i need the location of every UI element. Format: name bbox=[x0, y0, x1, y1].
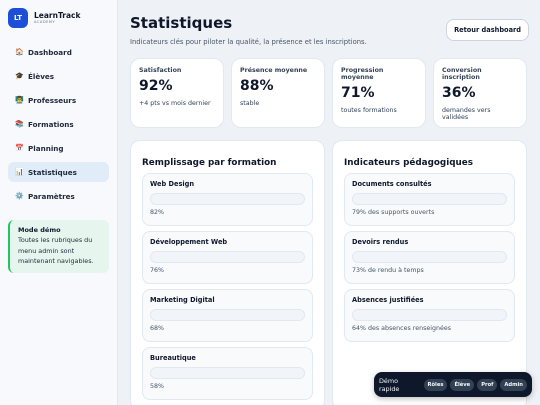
kpi-value: 88% bbox=[240, 78, 274, 94]
stat-note: 68% bbox=[150, 325, 164, 332]
sidebar-item-eleves[interactable]: 🎓 Élèves bbox=[8, 66, 109, 86]
stat-item: Devoirs rendus 73% de rendu à temps bbox=[344, 231, 515, 284]
quick-demo-eleve-button[interactable]: Élève bbox=[450, 378, 475, 391]
progress-bar-fill bbox=[151, 310, 256, 320]
stat-item: Développement Web 76% bbox=[142, 231, 313, 284]
kpi-note: toutes formations bbox=[341, 107, 397, 114]
stat-item: Marketing Digital 68% bbox=[142, 289, 313, 342]
sidebar-item-label: Élèves bbox=[28, 71, 55, 81]
quick-demo-prof-button[interactable]: Prof bbox=[477, 378, 498, 391]
sidebar-item-planning[interactable]: 📅 Planning bbox=[8, 138, 109, 158]
sidebar-item-statistiques[interactable]: 📊 Statistiques bbox=[8, 162, 109, 182]
progress-bar-fill bbox=[353, 252, 465, 262]
kpi-card: Présence moyenne 88% stable bbox=[231, 58, 325, 128]
stat-item: Documents consultés 79% des supports ouv… bbox=[344, 173, 515, 226]
sidebar-item-parametres[interactable]: ⚙️ Paramètres bbox=[8, 186, 109, 206]
stat-name: Devoirs rendus bbox=[352, 238, 409, 246]
progress-bar bbox=[150, 367, 305, 379]
brand-subtitle: ACADEMY bbox=[34, 20, 56, 25]
stat-item: Absences justifiées 64% des absences ren… bbox=[344, 289, 515, 342]
kpi-value: 92% bbox=[139, 78, 173, 94]
back-to-dashboard-button[interactable]: Retour dashboard bbox=[446, 19, 529, 41]
sidebar-item-label: Paramètres bbox=[28, 191, 75, 201]
demo-mode-notice: Mode démo Toutes les rubriques du menu a… bbox=[8, 220, 109, 273]
kpi-label: Conversion inscription bbox=[442, 67, 482, 81]
kpi-label: Présence moyenne bbox=[240, 67, 308, 74]
kpi-note: +4 pts vs mois dernier bbox=[139, 100, 211, 107]
kpi-card: Conversion inscription 36% demandes vers… bbox=[433, 58, 527, 128]
progress-bar bbox=[150, 251, 305, 263]
graduation-cap-icon: 🎓 bbox=[15, 72, 24, 80]
stat-note: 73% de rendu à temps bbox=[352, 267, 424, 274]
progress-bar-fill bbox=[151, 368, 240, 378]
quick-demo-label: Démo rapide bbox=[379, 376, 400, 393]
progress-bar bbox=[150, 309, 305, 321]
page-subtitle: Indicateurs clés pour piloter la qualité… bbox=[130, 38, 367, 46]
stat-item: Bureautique 58% bbox=[142, 347, 313, 400]
stat-name: Web Design bbox=[150, 180, 195, 188]
sidebar-item-formations[interactable]: 📚 Formations bbox=[8, 114, 109, 134]
brand-logo: LT bbox=[8, 8, 28, 28]
kpi-label: Satisfaction bbox=[139, 67, 182, 74]
progress-bar-fill bbox=[151, 252, 268, 262]
kpi-note: stable bbox=[240, 100, 260, 107]
main-content: Statistiques Indicateurs clés pour pilot… bbox=[118, 0, 540, 405]
kpi-value: 36% bbox=[442, 85, 476, 101]
sidebar-item-professeurs[interactable]: 👨‍🏫 Professeurs bbox=[8, 90, 109, 110]
stat-note: 82% bbox=[150, 209, 164, 216]
sidebar-item-label: Planning bbox=[28, 143, 64, 153]
progress-bar-fill bbox=[353, 310, 451, 320]
progress-bar bbox=[150, 193, 305, 205]
progress-bar-fill bbox=[353, 194, 474, 204]
demo-mode-text: Toutes les rubriques du menu admin sont … bbox=[18, 236, 94, 265]
quick-demo-bar: Démo rapide Rôles Élève Prof Admin bbox=[374, 372, 532, 397]
brand-name: LearnTrack bbox=[34, 10, 81, 20]
kpi-card: Progression moyenne 71% toutes formation… bbox=[332, 58, 426, 128]
calendar-icon: 📅 bbox=[15, 144, 24, 152]
sidebar-item-label: Professeurs bbox=[28, 95, 77, 105]
panel-title: Indicateurs pédagogiques bbox=[344, 158, 473, 168]
stat-note: 64% des absences renseignées bbox=[352, 325, 452, 332]
kpi-note: demandes vers validées bbox=[442, 107, 491, 121]
books-icon: 📚 bbox=[15, 120, 24, 128]
sidebar-item-label: Statistiques bbox=[28, 167, 77, 177]
sidebar: LT LearnTrack ACADEMY 🏠 Dashboard 🎓 Élèv… bbox=[0, 0, 118, 405]
progress-bar bbox=[352, 309, 507, 321]
kpi-value: 71% bbox=[341, 85, 375, 101]
panel-title: Remplissage par formation bbox=[142, 158, 277, 168]
stat-name: Documents consultés bbox=[352, 180, 432, 188]
kpi-card: Satisfaction 92% +4 pts vs mois dernier bbox=[130, 58, 224, 128]
home-icon: 🏠 bbox=[15, 48, 24, 56]
demo-mode-title: Mode démo bbox=[18, 226, 61, 234]
quick-demo-roles-button[interactable]: Rôles bbox=[423, 378, 448, 391]
progress-bar bbox=[352, 251, 507, 263]
stat-note: 76% bbox=[150, 267, 164, 274]
stat-name: Absences justifiées bbox=[352, 296, 424, 304]
brand[interactable]: LT LearnTrack ACADEMY bbox=[8, 8, 109, 28]
kpi-label: Progression moyenne bbox=[341, 67, 384, 81]
stat-item: Web Design 82% bbox=[142, 173, 313, 226]
kpi-row: Satisfaction 92% +4 pts vs mois dernier … bbox=[130, 58, 527, 128]
stat-name: Marketing Digital bbox=[150, 296, 215, 304]
gear-icon: ⚙️ bbox=[15, 192, 24, 200]
stat-name: Développement Web bbox=[150, 238, 228, 246]
quick-demo-admin-button[interactable]: Admin bbox=[500, 378, 527, 391]
sidebar-item-label: Dashboard bbox=[28, 47, 72, 57]
bar-chart-icon: 📊 bbox=[15, 168, 24, 176]
progress-bar bbox=[352, 193, 507, 205]
page-title: Statistiques bbox=[130, 14, 233, 32]
stat-note: 58% bbox=[150, 383, 164, 390]
sidebar-item-label: Formations bbox=[28, 119, 74, 129]
pedagogical-indicators-panel: Indicateurs pédagogiques Documents consu… bbox=[332, 140, 527, 405]
sidebar-item-dashboard[interactable]: 🏠 Dashboard bbox=[8, 42, 109, 62]
stat-name: Bureautique bbox=[150, 354, 196, 362]
teacher-icon: 👨‍🏫 bbox=[15, 96, 24, 104]
progress-bar-fill bbox=[151, 194, 277, 204]
stat-note: 79% des supports ouverts bbox=[352, 209, 435, 216]
fill-by-formation-panel: Remplissage par formation Web Design 82%… bbox=[130, 140, 325, 405]
